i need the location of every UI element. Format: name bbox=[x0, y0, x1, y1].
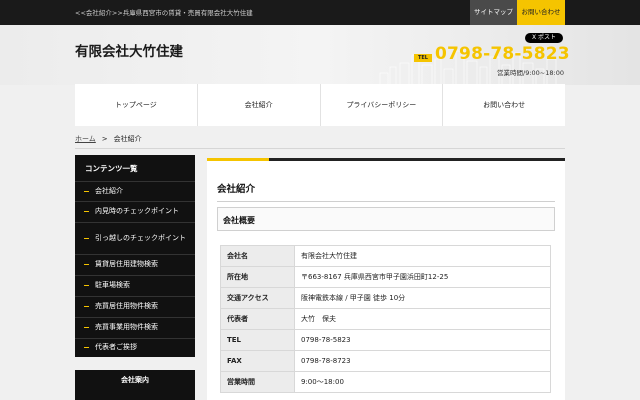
sidebar-item-company[interactable]: 会社紹介 bbox=[75, 182, 195, 202]
row-value: 大竹 保夫 bbox=[294, 308, 551, 330]
sidebar-item-parking-search[interactable]: 駐車場検索 bbox=[75, 276, 195, 297]
page-title: 会社紹介 bbox=[217, 184, 256, 195]
nav-item-top[interactable]: トップページ bbox=[75, 84, 198, 126]
row-value: 阪神電鉄本線 / 甲子園 徒歩 10分 bbox=[294, 287, 551, 309]
company-info-table: 会社名 有限会社大竹住建 所在地 〒663-8167 兵庫県西宮市甲子園浜田町1… bbox=[220, 245, 551, 393]
nav-item-contact[interactable]: お問い合わせ bbox=[443, 84, 565, 126]
sidebar-item-moving-checkpoints[interactable]: 引っ越しのチェックポイント bbox=[75, 223, 195, 255]
business-hours: 営業時間/9:00~18:00 bbox=[497, 69, 564, 77]
sidebar-item-rental-search[interactable]: 賃貸居住用建物検索 bbox=[75, 255, 195, 276]
company-logo-title[interactable]: 有限会社大竹住建 bbox=[75, 40, 183, 60]
row-label: FAX bbox=[220, 350, 295, 372]
main-content: 会社紹介 会社概要 会社名 有限会社大竹住建 所在地 〒663-8167 兵庫県… bbox=[207, 158, 565, 400]
row-value: 有限会社大竹住建 bbox=[294, 245, 551, 267]
breadcrumb-separator: > bbox=[101, 135, 108, 143]
row-label: 交通アクセス bbox=[220, 287, 295, 309]
sidebar-company-info-heading: 会社案内 bbox=[75, 370, 195, 400]
row-value: 0798-78-8723 bbox=[294, 350, 551, 372]
section-heading-box: 会社概要 bbox=[217, 207, 555, 231]
title-accent-bar bbox=[207, 158, 269, 161]
sidebar: コンテンツ一覧 会社紹介 内見時のチェックポイント 引っ越しのチェックポイント … bbox=[75, 155, 195, 357]
title-divider bbox=[217, 201, 555, 202]
sidebar-item-residential-sale-search[interactable]: 売買居住用物件検索 bbox=[75, 297, 195, 318]
sidebar-title: コンテンツ一覧 bbox=[75, 155, 195, 182]
row-value: 〒663-8167 兵庫県西宮市甲子園浜田町12-25 bbox=[294, 266, 551, 288]
top-breadcrumb: <<会社紹介>>兵庫県西宮市の賃貸・売買有限会社大竹住建 bbox=[75, 9, 253, 17]
breadcrumb-home-link[interactable]: ホーム bbox=[75, 135, 96, 143]
breadcrumb: ホーム > 会社紹介 bbox=[75, 134, 142, 144]
table-row: 所在地 〒663-8167 兵庫県西宮市甲子園浜田町12-25 bbox=[220, 266, 551, 288]
phone-number[interactable]: 0798-78-5823 bbox=[435, 44, 570, 64]
top-bar: <<会社紹介>>兵庫県西宮市の賃貸・売買有限会社大竹住建 サイトマップ お問い合… bbox=[0, 0, 640, 25]
row-label: 営業時間 bbox=[220, 371, 295, 393]
contact-button[interactable]: お問い合わせ bbox=[517, 0, 565, 25]
table-row: 会社名 有限会社大竹住建 bbox=[220, 245, 551, 267]
nav-item-company[interactable]: 会社紹介 bbox=[198, 84, 321, 126]
sitemap-button[interactable]: サイトマップ bbox=[470, 0, 517, 25]
section-heading: 会社概要 bbox=[223, 216, 255, 225]
table-row: 代表者 大竹 保夫 bbox=[220, 308, 551, 330]
table-row: 営業時間 9:00～18:00 bbox=[220, 371, 551, 393]
row-label: 会社名 bbox=[220, 245, 295, 267]
table-row: TEL 0798-78-5823 bbox=[220, 329, 551, 351]
global-nav: トップページ 会社紹介 プライバシーポリシー お問い合わせ bbox=[75, 84, 565, 126]
sidebar-item-viewing-checkpoints[interactable]: 内見時のチェックポイント bbox=[75, 202, 195, 223]
table-row: FAX 0798-78-8723 bbox=[220, 350, 551, 372]
row-label: 所在地 bbox=[220, 266, 295, 288]
breadcrumb-divider bbox=[75, 148, 565, 149]
row-value: 0798-78-5823 bbox=[294, 329, 551, 351]
row-value: 9:00～18:00 bbox=[294, 371, 551, 393]
table-row: 交通アクセス 阪神電鉄本線 / 甲子園 徒歩 10分 bbox=[220, 287, 551, 309]
x-post-button[interactable]: X ポスト bbox=[525, 33, 563, 43]
row-label: TEL bbox=[220, 329, 295, 351]
nav-item-privacy[interactable]: プライバシーポリシー bbox=[321, 84, 444, 126]
sidebar-item-greeting[interactable]: 代表者ご挨拶 bbox=[75, 339, 195, 357]
tel-badge: TEL bbox=[414, 54, 432, 62]
breadcrumb-current: 会社紹介 bbox=[113, 135, 142, 143]
row-label: 代表者 bbox=[220, 308, 295, 330]
sidebar-item-business-sale-search[interactable]: 売買事業用物件検索 bbox=[75, 318, 195, 339]
